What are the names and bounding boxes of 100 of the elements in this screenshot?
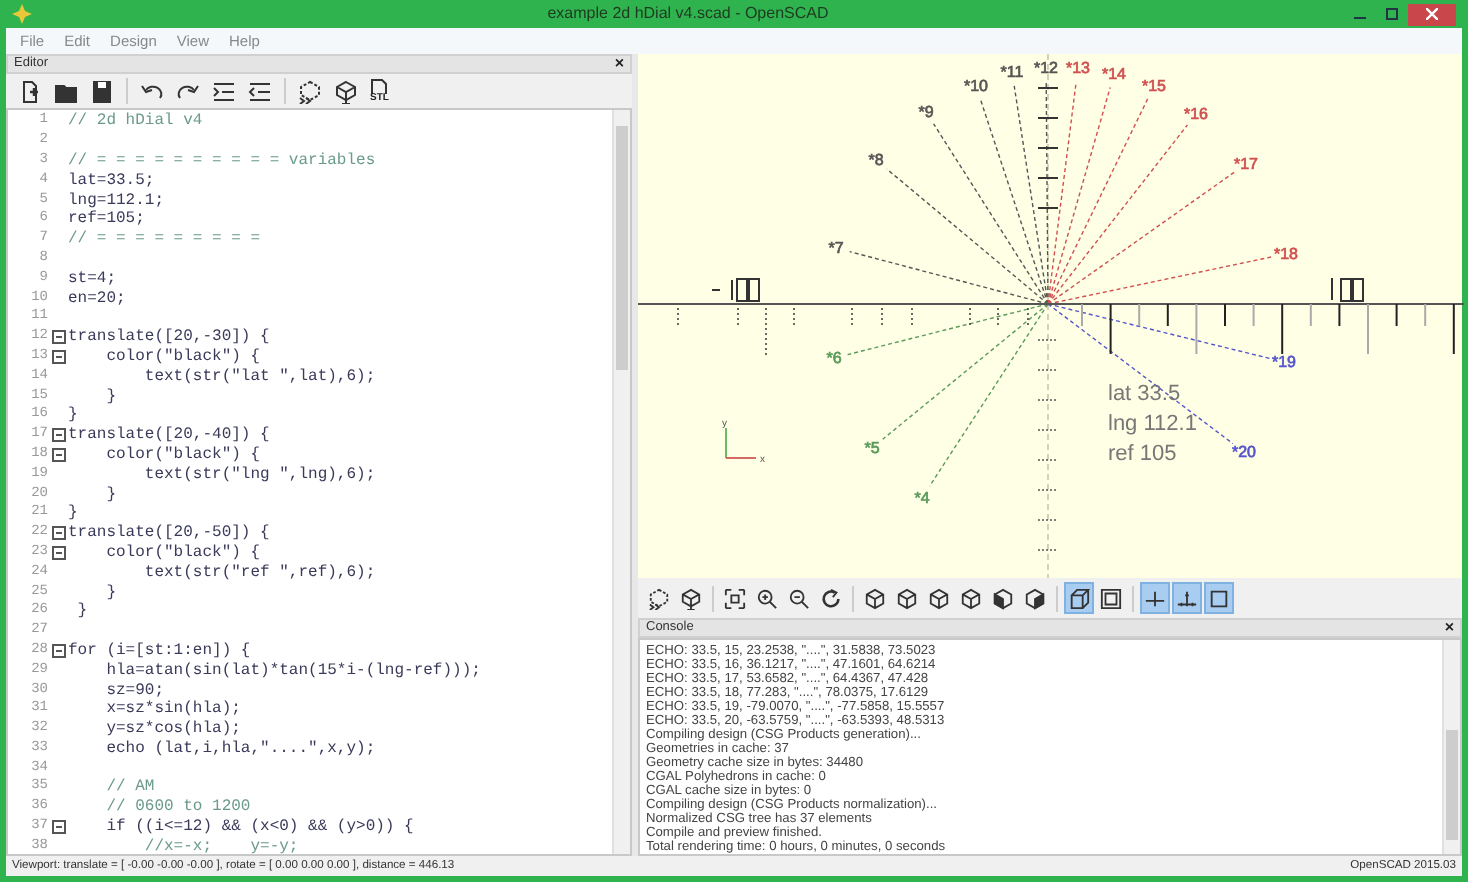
code-line: // 2d hDial v4	[68, 112, 203, 131]
hour-label: *12	[1034, 59, 1058, 77]
code-line: }	[104, 387, 117, 406]
hour-label: *9	[918, 103, 934, 121]
code-line: y=sz*cos(hla);	[104, 720, 241, 739]
code-line: translate([20,-40]) {	[68, 426, 270, 445]
app-logo-icon	[12, 4, 32, 24]
preview-icon[interactable]	[298, 79, 322, 103]
preview-icon	[648, 587, 670, 609]
hour-label: *20	[1232, 443, 1256, 461]
code-line: // = = = = = = = = = = variables	[68, 151, 376, 170]
code-line: }	[75, 602, 88, 621]
code-line: echo (lat,i,hla,"....",x,y);	[104, 739, 376, 758]
code-line: color("black") {	[104, 347, 261, 366]
code-line: text(str("lat ",lat),6);	[142, 367, 376, 386]
zoom-in-icon	[756, 587, 778, 609]
hour-label: *17	[1234, 155, 1258, 173]
code-line: for (i=[st:1:en]) {	[68, 641, 251, 660]
code-line: x=sz*sin(hla);	[104, 700, 241, 719]
code-line: st=4;	[68, 269, 117, 288]
hour-label: *6	[826, 349, 842, 367]
scrollbar[interactable]	[612, 110, 630, 854]
cube-icon	[896, 587, 918, 609]
text-outline-drawing	[1331, 277, 1364, 302]
close-button[interactable]: ×	[1444, 620, 1454, 636]
fold-marker-icon[interactable]	[51, 349, 65, 364]
hour-label: *18	[1274, 245, 1298, 263]
code-line: }	[68, 504, 78, 523]
code-line: translate([20,-30]) {	[68, 328, 270, 347]
axes-icon	[1144, 587, 1166, 609]
close-icon	[1426, 8, 1438, 20]
zoom-out-icon	[788, 587, 810, 609]
reset-view-icon	[820, 587, 842, 609]
hour-label: *10	[964, 77, 988, 95]
code-line: translate([20,-50]) {	[68, 524, 270, 543]
hour-label: *7	[828, 239, 844, 257]
document-icon	[370, 78, 389, 94]
code-line: color("black") {	[104, 445, 261, 464]
scale-axes-icon	[1176, 587, 1198, 609]
code-line: // AM	[104, 778, 155, 797]
square-icon	[1208, 587, 1230, 609]
cube-icon	[1024, 587, 1046, 609]
scrollbar[interactable]	[1442, 640, 1460, 854]
hour-label: *14	[1102, 65, 1126, 83]
unindent-icon[interactable]	[248, 79, 272, 103]
cube-icon	[864, 587, 886, 609]
code-line: ref=105;	[68, 210, 145, 229]
render-icon	[680, 587, 702, 609]
code-line: //x=-x; y=-y;	[142, 837, 299, 854]
frame-icon	[1100, 587, 1122, 609]
indent-icon[interactable]	[212, 79, 236, 103]
hour-label: *16	[1184, 105, 1208, 123]
code-line: en=20;	[68, 289, 126, 308]
window-title: example 2d hDial v4.scad - OpenSCAD	[545, 2, 831, 26]
code-line: if ((i<=12) && (x<0) && (y>0)) {	[104, 818, 414, 837]
fold-marker-icon[interactable]	[51, 820, 65, 835]
code-line: lat=33.5;	[68, 171, 155, 190]
fold-marker-icon[interactable]	[51, 643, 65, 658]
info-text: lat 33.5	[1108, 382, 1181, 406]
code-line: lng=112.1;	[68, 191, 165, 210]
fold-marker-icon[interactable]	[51, 428, 65, 443]
code-line: // = = = = = = = = =	[68, 230, 261, 249]
info-text: lng 112.1	[1108, 412, 1197, 436]
fold-marker-icon[interactable]	[51, 545, 65, 560]
hour-label: *19	[1272, 353, 1296, 371]
toolbar-button[interactable]	[1204, 582, 1234, 614]
cube-icon	[960, 587, 982, 609]
new-file-icon[interactable]	[18, 79, 42, 103]
close-button[interactable]	[1408, 3, 1456, 25]
code-line: }	[104, 583, 117, 602]
toolbar-button[interactable]	[1140, 582, 1170, 614]
hour-label: *11	[1000, 63, 1024, 81]
info-text: ref 105	[1108, 442, 1177, 466]
view-all-icon	[724, 587, 746, 609]
axes-gizmo-drawing	[725, 427, 757, 459]
toolbar-button[interactable]	[1064, 582, 1094, 614]
maximize-icon	[1386, 8, 1398, 20]
folder-icon[interactable]	[54, 79, 78, 103]
hour-label: *5	[864, 439, 880, 457]
hour-label: *15	[1142, 77, 1166, 95]
close-button[interactable]: ×	[614, 56, 624, 72]
fold-marker-icon[interactable]	[51, 447, 65, 462]
code-line: // 0600 to 1200	[104, 798, 251, 817]
render-icon[interactable]	[334, 79, 358, 103]
cube-icon	[992, 587, 1014, 609]
text-outline-drawing	[711, 278, 760, 302]
hour-label: *4	[914, 489, 930, 507]
cube-icon	[928, 587, 950, 609]
code-line: text(str("ref ",ref),6);	[142, 563, 376, 582]
hour-label: *8	[868, 151, 884, 169]
code-line: }	[104, 485, 117, 504]
fold-marker-icon[interactable]	[51, 526, 65, 541]
hour-label: *13	[1066, 59, 1090, 77]
code-line: sz=90;	[104, 681, 165, 699]
code-line: }	[68, 406, 78, 425]
toolbar-button[interactable]	[1172, 582, 1202, 614]
code-line: text(str("lng ",lng),6);	[142, 465, 376, 484]
code-line: color("black") {	[104, 543, 261, 562]
fold-marker-icon[interactable]	[51, 330, 65, 345]
code-line: hla=atan(sin(lat)*tan(15*i-(lng-ref)));	[104, 661, 481, 680]
